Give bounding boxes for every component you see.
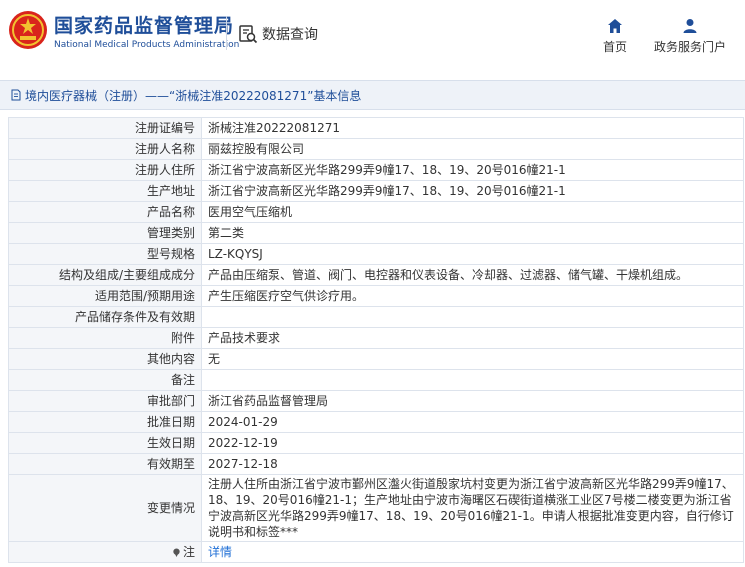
- row-label: 注册人住所: [8, 159, 202, 181]
- table-row: 生产地址 浙江省宁波高新区光华路299弄9幢17、18、19、20号016幢21-…: [8, 180, 744, 202]
- row-value: 浙江省药品监督管理局: [201, 390, 744, 412]
- row-label: 其他内容: [8, 348, 202, 370]
- table-row-note: 注 详情: [8, 541, 744, 563]
- header-divider: [226, 16, 227, 50]
- table-row: 变更情况 注册人住所由浙江省宁波市鄞州区瀊火街道殷家坑村变更为浙江省宁波高新区光华…: [8, 474, 744, 542]
- row-value: 丽兹控股有限公司: [201, 138, 744, 160]
- table-row: 附件 产品技术要求: [8, 327, 744, 349]
- nav-service-portal[interactable]: 政务服务门户: [650, 18, 730, 55]
- row-value: 产品由压缩泵、管道、阀门、电控器和仪表设备、冷却器、过滤器、储气罐、干燥机组成。: [201, 264, 744, 286]
- row-value: 浙江省宁波高新区光华路299弄9幢17、18、19、20号016幢21-1: [201, 159, 744, 181]
- note-label: 注: [182, 545, 195, 559]
- table-row: 批准日期 2024-01-29: [8, 411, 744, 433]
- row-label: 有效期至: [8, 453, 202, 475]
- row-label: 生效日期: [8, 432, 202, 454]
- row-label: 适用范围/预期用途: [8, 285, 202, 307]
- org-name-en: National Medical Products Administration: [54, 40, 240, 50]
- table-row: 产品名称 医用空气压缩机: [8, 201, 744, 223]
- row-label: 备注: [8, 369, 202, 391]
- data-query-label: 数据查询: [262, 27, 318, 43]
- registration-info-table: 注册证编号 浙械注准20222081271 注册人名称 丽兹控股有限公司 注册人住所…: [8, 117, 744, 563]
- row-value: 第二类: [201, 222, 744, 244]
- row-label: 注册证编号: [8, 117, 202, 139]
- row-value: [201, 369, 744, 391]
- nav-home-label: 首页: [602, 40, 627, 54]
- row-label: 产品储存条件及有效期: [8, 306, 202, 328]
- breadcrumb: 境内医疗器械（注册）——“浙械注准20222081271”基本信息: [0, 80, 745, 110]
- row-value: 2027-12-18: [201, 453, 744, 475]
- row-label: 产品名称: [8, 201, 202, 223]
- row-label: 型号规格: [8, 243, 202, 265]
- table-row: 注册人住所 浙江省宁波高新区光华路299弄9幢17、18、19、20号016幢21…: [8, 159, 744, 181]
- table-row: 审批部门 浙江省药品监督管理局: [8, 390, 744, 412]
- row-value: 浙械注准20222081271: [201, 117, 744, 139]
- table-row: 其他内容无: [8, 348, 744, 370]
- note-value-cell: 详情: [201, 541, 744, 563]
- org-name-cn: 国家药品监督管理局: [54, 15, 235, 37]
- row-label: 审批部门: [8, 390, 202, 412]
- row-label: 附件: [8, 327, 202, 349]
- home-icon: [608, 19, 622, 33]
- data-query-link[interactable]: 数据查询: [238, 22, 318, 46]
- row-label: 注册人名称: [8, 138, 202, 160]
- row-value: 2024-01-29: [201, 411, 744, 433]
- breadcrumb-text: 境内医疗器械（注册）——“浙械注准20222081271”基本信息: [25, 88, 362, 103]
- table-row: 管理类别 第二类: [8, 222, 744, 244]
- row-value: 2022-12-19: [201, 432, 744, 454]
- document-icon: [11, 89, 21, 101]
- row-value: 产品技术要求: [201, 327, 744, 349]
- pin-icon: [173, 548, 180, 557]
- nav-service-label: 政务服务门户: [653, 40, 726, 54]
- table-row: 适用范围/预期用途 产生压缩医疗空气供诊疗用。: [8, 285, 744, 307]
- table-row: 注册证编号 浙械注准20222081271: [8, 117, 744, 139]
- table-row: 产品储存条件及有效期: [8, 306, 744, 328]
- table-row: 有效期至 2027-12-18: [8, 453, 744, 475]
- row-value: 注册人住所由浙江省宁波市鄞州区瀊火街道殷家坑村变更为浙江省宁波高新区光华路299…: [201, 474, 744, 542]
- table-row: 注册人名称 丽兹控股有限公司: [8, 138, 744, 160]
- nav-home[interactable]: 首页: [598, 18, 632, 55]
- site-header: 国家药品监督管理局 National Medical Products Admi…: [0, 0, 745, 72]
- row-value: [201, 306, 744, 328]
- table-row: 生效日期 2022-12-19: [8, 432, 744, 454]
- row-label: 变更情况: [8, 474, 202, 542]
- row-value: LZ-KQYSJ: [201, 243, 744, 265]
- row-value: 浙江省宁波高新区光华路299弄9幢17、18、19、20号016幢21-1: [201, 180, 744, 202]
- row-label: 结构及组成/主要组成成分: [8, 264, 202, 286]
- details-link[interactable]: 详情: [208, 545, 232, 559]
- table-row: 结构及组成/主要组成成分 产品由压缩泵、管道、阀门、电控器和仪表设备、冷却器、过滤…: [8, 264, 744, 286]
- user-icon: [683, 19, 697, 33]
- row-value: 医用空气压缩机: [201, 201, 744, 223]
- note-label-cell: 注: [8, 541, 202, 563]
- row-value: 无: [201, 348, 744, 370]
- emblem-logo-icon: [9, 11, 47, 49]
- table-row: 备注: [8, 369, 744, 391]
- table-row: 型号规格 LZ-KQYSJ: [8, 243, 744, 265]
- row-value: 产生压缩医疗空气供诊疗用。: [201, 285, 744, 307]
- row-label: 管理类别: [8, 222, 202, 244]
- row-label: 批准日期: [8, 411, 202, 433]
- search-document-icon: [239, 25, 258, 44]
- row-label: 生产地址: [8, 180, 202, 202]
